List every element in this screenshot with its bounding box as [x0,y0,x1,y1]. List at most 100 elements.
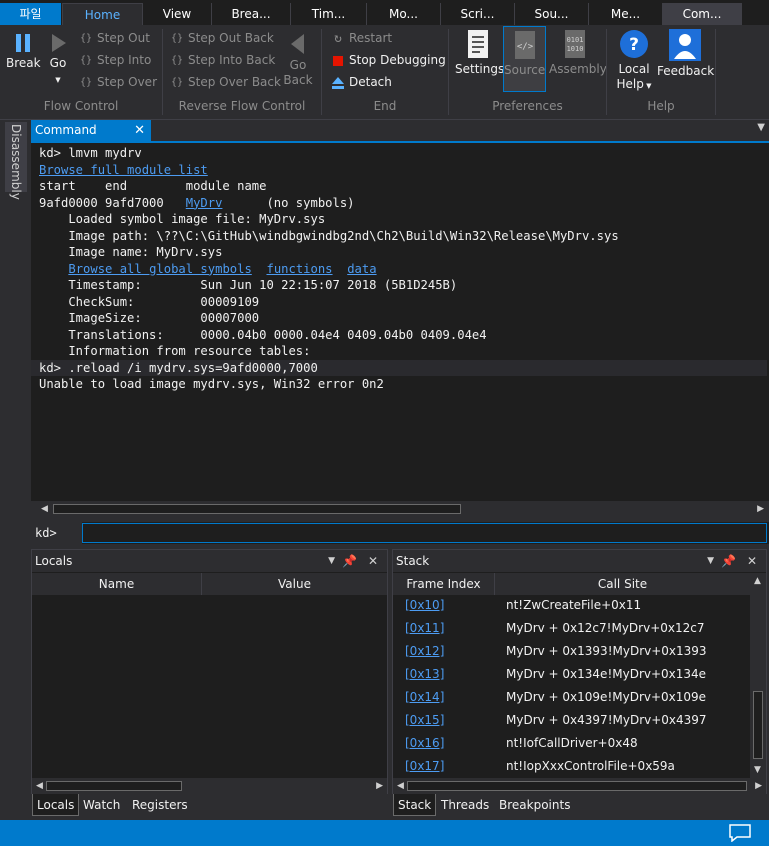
stack-horizontal-scrollbar[interactable]: ◀ ▶ [393,778,766,794]
feedback-chat-icon[interactable] [729,824,751,845]
step-over-button[interactable]: {} Step Over [78,72,157,92]
tab-stack[interactable]: Stack [393,794,437,816]
stack-row[interactable]: [0x13] MyDrv + 0x134e!MyDrv+0x134e [393,663,747,686]
column-header-value[interactable]: Value [202,573,387,595]
tab-model[interactable]: Mo... [366,3,440,25]
tab-view[interactable]: View [143,3,211,25]
tab-breakpoints[interactable]: Brea... [211,3,290,25]
stack-row[interactable]: [0x14] MyDrv + 0x109e!MyDrv+0x109e [393,686,747,709]
frame-index-link[interactable]: [0x10] [405,594,444,617]
scroll-left-icon[interactable]: ◀ [41,504,48,514]
stack-row[interactable]: [0x10] nt!ZwCreateFile+0x11 [393,594,747,617]
source-button[interactable]: </> Source [503,26,546,92]
step-over-back-button[interactable]: {} Step Over Back [169,72,281,92]
assembly-button[interactable]: 0101 1010 Assembly [549,29,607,77]
browse-module-list-link[interactable]: Browse full module list [39,163,208,177]
tab-breakpoints[interactable]: Breakpoints [495,794,574,816]
frame-index-link[interactable]: [0x16] [405,732,444,755]
step-into-button[interactable]: {} Step Into [78,50,151,70]
stack-vertical-scrollbar[interactable]: ▲ ▼ [750,573,766,778]
feedback-button[interactable]: Feedback [657,29,715,79]
command-input[interactable] [82,523,767,543]
disassembly-side-tab[interactable]: Disassembly [5,122,27,200]
step-into-back-button[interactable]: {} Step Into Back [169,50,275,70]
step-over-icon: {} [79,76,93,88]
module-link[interactable]: MyDrv [186,196,223,210]
stack-row[interactable]: [0x16] nt!IofCallDriver+0x48 [393,732,747,755]
scrollbar-thumb[interactable] [407,781,747,791]
close-icon[interactable]: ✕ [134,120,145,141]
frame-index-link[interactable]: [0x11] [405,617,444,640]
window-menu-dropdown-icon[interactable]: ▼ [757,122,765,133]
close-icon[interactable]: ✕ [747,550,757,572]
dropdown-arrow-icon: ▼ [643,82,652,90]
tab-time-travel[interactable]: Tim... [290,3,366,25]
pane-menu-dropdown-icon[interactable]: ▼ [707,550,714,572]
stack-row[interactable]: [0x17] nt!IopXxxControlFile+0x59a [393,755,747,778]
stack-row[interactable]: [0x11] MyDrv + 0x12c7!MyDrv+0x12c7 [393,617,747,640]
functions-link[interactable]: functions [266,262,332,276]
step-out-button[interactable]: {} Step Out [78,28,150,48]
ribbon-separator [715,29,716,115]
call-site: MyDrv + 0x134e!MyDrv+0x134e [506,667,707,681]
source-code-icon: </> [512,30,538,60]
stack-row[interactable]: [0x12] MyDrv + 0x1393!MyDrv+0x1393 [393,640,747,663]
step-out-icon: {} [79,32,93,44]
detach-button[interactable]: Detach [330,72,392,92]
stop-debugging-button[interactable]: Stop Debugging [330,50,446,70]
scroll-right-icon[interactable]: ▶ [376,781,383,791]
help-icon: ? [619,29,649,59]
step-out-back-button[interactable]: {} Step Out Back [169,28,274,48]
tab-file[interactable]: 파일 [0,3,61,25]
scroll-right-icon[interactable]: ▶ [757,504,764,514]
ribbon: Break Go ▼ {} Step Out {} Step Into {} Step… [0,25,769,120]
tab-scripting[interactable]: Scri... [440,3,514,25]
tab-registers[interactable]: Registers [128,794,192,816]
go-back-button[interactable]: Go Back [282,33,314,88]
scroll-up-icon[interactable]: ▲ [754,576,761,586]
frame-index-link[interactable]: [0x12] [405,640,444,663]
pause-icon [14,33,32,53]
column-header-call-site[interactable]: Call Site [495,573,750,595]
scrollbar-thumb[interactable] [753,691,763,759]
command-output[interactable]: kd> lmvm mydrv Browse full module list s… [31,141,769,501]
tab-locals[interactable]: Locals [32,794,80,816]
frame-index-link[interactable]: [0x15] [405,709,444,732]
locals-horizontal-scrollbar[interactable]: ◀ ▶ [32,778,387,794]
browse-global-symbols-link[interactable]: Browse all global symbols [68,262,251,276]
restart-button[interactable]: ↻ Restart [330,28,392,48]
scroll-left-icon[interactable]: ◀ [36,781,43,791]
settings-button[interactable]: Settings [455,29,504,77]
step-over-back-label: Step Over Back [188,75,281,89]
tab-source[interactable]: Sou... [514,3,588,25]
local-help-button[interactable]: ? Local Help ▼ [614,29,654,94]
frame-index-link[interactable]: [0x17] [405,755,444,778]
frame-index-link[interactable]: [0x14] [405,686,444,709]
scroll-right-icon[interactable]: ▶ [755,781,762,791]
command-tab[interactable]: Command ✕ [31,120,151,141]
data-link[interactable]: data [347,262,376,276]
feedback-label: Feedback [657,64,715,78]
stack-row[interactable]: [0x15] MyDrv + 0x4397!MyDrv+0x4397 [393,709,747,732]
scrollbar-thumb[interactable] [53,504,461,514]
scroll-down-icon[interactable]: ▼ [754,765,761,775]
close-icon[interactable]: ✕ [368,550,378,572]
tab-watch[interactable]: Watch [79,794,124,816]
scroll-left-icon[interactable]: ◀ [397,781,404,791]
tab-memory[interactable]: Me... [588,3,662,25]
column-header-frame-index[interactable]: Frame Index [393,573,495,595]
tab-command[interactable]: Com... [662,3,742,25]
break-button[interactable]: Break [6,33,41,71]
frame-index-link[interactable]: [0x13] [405,663,444,686]
scrollbar-thumb[interactable] [46,781,182,791]
go-button[interactable]: Go ▼ [46,33,70,88]
tab-threads[interactable]: Threads [437,794,493,816]
call-site: MyDrv + 0x1393!MyDrv+0x1393 [506,644,707,658]
tab-home[interactable]: Home [62,3,143,25]
command-horizontal-scrollbar[interactable]: ◀ ▶ [37,502,767,516]
pane-menu-dropdown-icon[interactable]: ▼ [328,550,335,572]
call-site: MyDrv + 0x109e!MyDrv+0x109e [506,690,707,704]
pin-icon[interactable]: 📌 [342,550,357,572]
column-header-name[interactable]: Name [32,573,202,595]
pin-icon[interactable]: 📌 [721,550,736,572]
